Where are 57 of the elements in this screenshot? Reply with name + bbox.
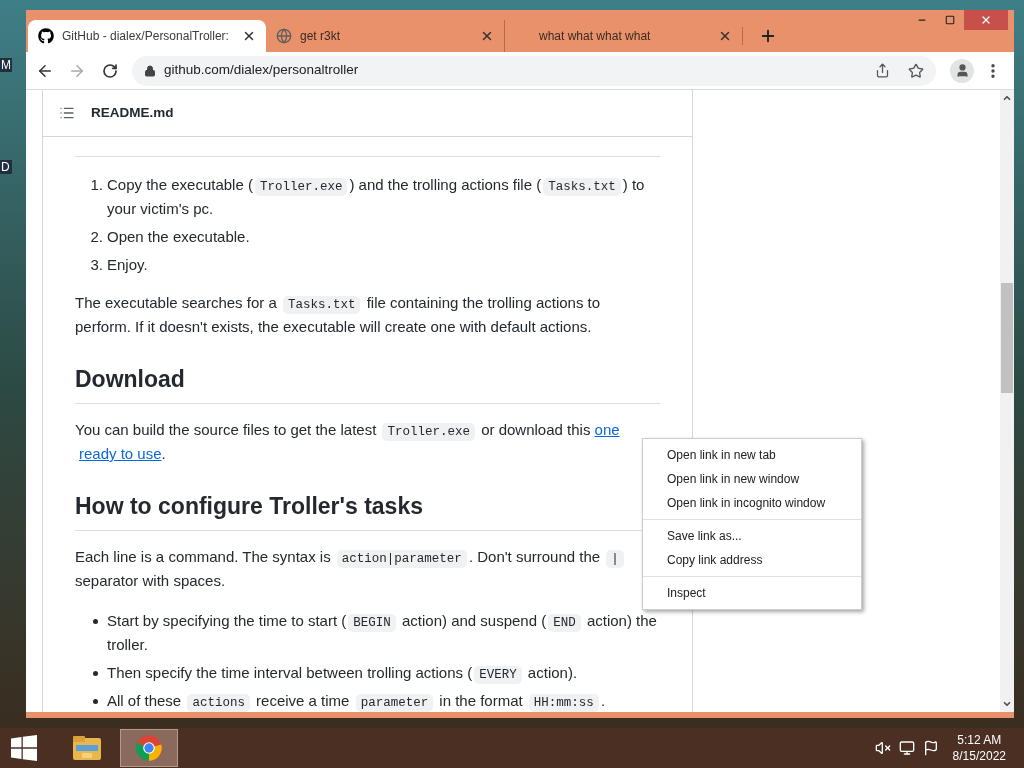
github-cat-icon bbox=[38, 28, 54, 44]
bullet-icon bbox=[92, 619, 98, 624]
link[interactable]: ready to use bbox=[79, 445, 162, 462]
list-item: Then specify the time interval between trolling actions ( EVERY action). bbox=[107, 663, 578, 685]
list-item: All of these actions receive a time parameter in the format HH:mm:ss . bbox=[107, 691, 606, 712]
new-tab-icon[interactable] bbox=[759, 27, 777, 45]
list-item: Open the executable. bbox=[107, 227, 251, 247]
flag-icon[interactable] bbox=[922, 740, 939, 756]
tab-title: get r3kt bbox=[300, 28, 342, 45]
scrollbar-thumb[interactable] bbox=[1001, 283, 1013, 393]
scrollbar[interactable] bbox=[1000, 90, 1014, 712]
folder-icon bbox=[72, 735, 102, 761]
maximize-icon bbox=[945, 15, 955, 25]
share-icon[interactable] bbox=[875, 63, 890, 78]
link[interactable]: one bbox=[594, 421, 620, 438]
scroll-down-icon[interactable] bbox=[1002, 699, 1012, 709]
address-bar[interactable]: github.com/dialex/personaltroller bbox=[132, 55, 936, 86]
profile-icon[interactable] bbox=[950, 58, 974, 83]
close-icon[interactable] bbox=[480, 29, 494, 43]
clock-date: 8/15/2022 bbox=[952, 748, 1006, 764]
list-item: Enjoy. bbox=[107, 255, 149, 275]
section-heading: Download bbox=[75, 363, 660, 404]
close-icon bbox=[980, 14, 992, 26]
menu-item[interactable]: Open link in new window bbox=[643, 467, 861, 491]
close-icon[interactable] bbox=[242, 29, 256, 43]
bullet-icon bbox=[92, 699, 98, 704]
muted-speaker-icon[interactable] bbox=[874, 740, 891, 756]
reload-icon[interactable] bbox=[102, 62, 118, 79]
windows-logo-icon bbox=[11, 735, 37, 761]
desktop-icon-label: M bbox=[0, 58, 12, 72]
list-number: 2. bbox=[89, 227, 104, 247]
tab-title: GitHub - dialex/PersonalTroller: bbox=[62, 28, 230, 45]
menu-item[interactable]: Copy link address bbox=[643, 548, 861, 572]
tab-title: what what what what bbox=[538, 28, 652, 45]
url-text: github.com/dialex/personaltroller bbox=[164, 61, 360, 80]
clock[interactable]: 5:12 AM 8/15/2022 bbox=[952, 732, 1006, 764]
chrome-icon bbox=[135, 734, 163, 762]
globe-icon bbox=[276, 28, 292, 44]
menu-item[interactable]: Inspect bbox=[643, 581, 861, 605]
browser-tab[interactable]: GitHub - dialex/PersonalTroller: bbox=[28, 20, 266, 52]
clock-time: 5:12 AM bbox=[957, 732, 1002, 748]
menu-item[interactable]: Open link in new tab bbox=[643, 443, 861, 467]
list-item: Start by specifying the time to start ( BEGIN action) and suspend ( END action) the troller. bbox=[107, 611, 658, 655]
scroll-up-icon[interactable] bbox=[1002, 93, 1012, 103]
paragraph: The executable searches for a Tasks.txt file containing the trolling actions to perform. If it doesn't exists, the executable will create one with default actions. bbox=[75, 293, 602, 337]
readme-file-name: README.md bbox=[91, 103, 174, 122]
close-icon[interactable] bbox=[718, 29, 732, 43]
desktop-icon-label: D bbox=[0, 160, 12, 174]
list-number: 1. bbox=[89, 175, 104, 195]
network-icon[interactable] bbox=[898, 740, 915, 756]
bookmark-star-icon[interactable] bbox=[908, 62, 924, 79]
browser-tab[interactable]: get r3kt bbox=[266, 20, 504, 52]
lock-icon bbox=[144, 64, 156, 77]
list-number: 3. bbox=[89, 255, 104, 275]
list-icon[interactable] bbox=[59, 105, 75, 121]
list-item: Copy the executable ( Troller.exe ) and the trolling actions file ( Tasks.txt ) to your victim's pc. bbox=[107, 175, 646, 219]
bullet-icon bbox=[92, 671, 98, 676]
